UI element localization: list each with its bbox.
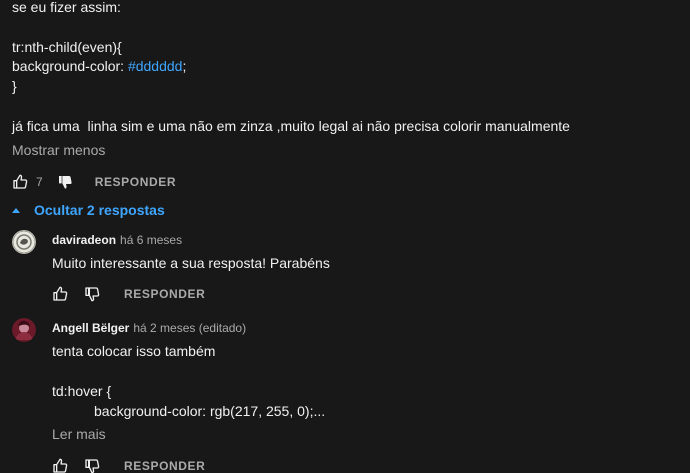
avatar[interactable] (12, 318, 36, 342)
timestamp[interactable]: há 2 meses (editado) (133, 321, 246, 335)
hide-replies-label: Ocultar 2 respostas (34, 202, 165, 218)
css-semicolon: ; (182, 58, 187, 74)
comment-text-line: já fica uma linha sim e uma não em zinza… (12, 118, 570, 134)
thumbs-down-icon[interactable] (84, 458, 100, 473)
thumbs-up-icon[interactable] (52, 458, 68, 473)
thumbs-down-icon[interactable] (84, 286, 100, 302)
reply-text: Muito interessante a sua resposta! Parab… (52, 255, 330, 271)
comment-text-line: } (12, 78, 17, 94)
comment-text-line: se eu fizer assim: (12, 0, 121, 15)
comment-actions: 7 RESPONDER (12, 172, 176, 192)
reply-button[interactable]: RESPONDER (95, 175, 176, 189)
reply-text-line: background-color: rgb(217, 255, 0);... (94, 403, 326, 419)
reply-text-line: td:hover { (52, 383, 112, 399)
read-more-link[interactable]: Ler mais (52, 426, 106, 442)
author-name[interactable]: Angell Bëlger (52, 321, 129, 335)
thumbs-up-icon[interactable] (12, 174, 28, 190)
comment-text-line: tr:nth-child(even){ (12, 39, 122, 55)
comment-text-line: background-color: #dddddd; (12, 57, 186, 75)
reply-author-line: Angell Bëlger há 2 meses (editado) (52, 321, 246, 335)
reply-actions: RESPONDER (52, 284, 205, 304)
author-name[interactable]: daviradeon (52, 233, 116, 247)
caret-up-icon (12, 207, 20, 213)
timestamp[interactable]: há 6 meses (120, 233, 182, 247)
thumbs-up-icon[interactable] (52, 286, 68, 302)
thumbs-down-icon[interactable] (57, 174, 73, 190)
reply-text-line: tenta colocar isso também (52, 343, 216, 359)
hashtag-link[interactable]: #dddddd (128, 58, 183, 74)
like-count: 7 (36, 175, 43, 189)
reply-button[interactable]: RESPONDER (124, 287, 205, 301)
show-less-link[interactable]: Mostrar menos (12, 142, 105, 158)
reply-button[interactable]: RESPONDER (124, 459, 205, 473)
reply-author-line: daviradeon há 6 meses (52, 233, 182, 247)
avatar[interactable] (12, 230, 36, 254)
reply-actions: RESPONDER (52, 456, 205, 473)
comment-thread: se eu fizer assim: tr:nth-child(even){ b… (0, 0, 690, 473)
css-property: background-color: (12, 58, 128, 74)
hide-replies-toggle[interactable]: Ocultar 2 respostas (10, 202, 165, 218)
